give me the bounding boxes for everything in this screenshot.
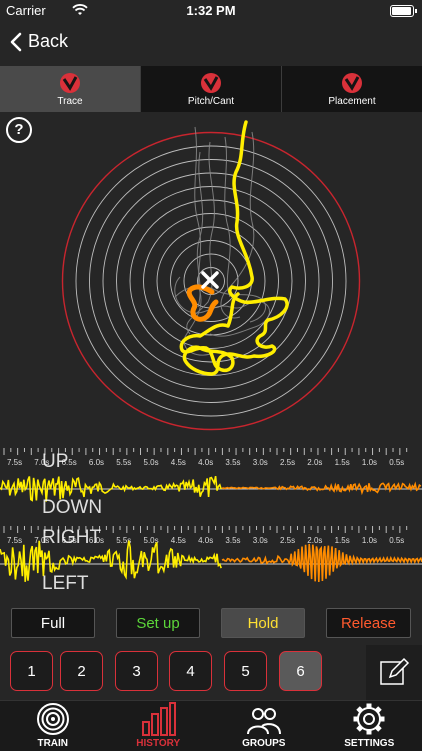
aim-center-mark xyxy=(203,273,217,287)
tab-placement-label: Placement xyxy=(328,96,375,107)
brand-logo-icon xyxy=(340,72,364,94)
ruler-tick-label: 6.0s xyxy=(89,458,104,467)
tab-pitch-cant-label: Pitch/Cant xyxy=(188,96,234,107)
battery-icon xyxy=(390,5,414,17)
wave-top-orange xyxy=(222,483,421,492)
wave-label-right: RIGHT xyxy=(42,527,101,549)
wave-label-down: DOWN xyxy=(42,497,102,519)
view-tabs: Trace Pitch/Cant Placement xyxy=(0,66,422,112)
ruler-tick-label: 1.0s xyxy=(362,458,377,467)
edit-button[interactable] xyxy=(366,645,422,700)
back-button[interactable]: Back xyxy=(10,31,68,52)
hold-button[interactable]: Hold xyxy=(221,608,305,638)
ruler-tick-label: 1.5s xyxy=(335,536,350,545)
tab-trace-label: Trace xyxy=(57,96,82,107)
ruler-tick-label: 5.0s xyxy=(144,458,159,467)
bar-chart-icon xyxy=(140,702,176,736)
ruler-tick-label: 1.5s xyxy=(335,458,350,467)
tab-trace[interactable]: Trace xyxy=(0,66,141,112)
edit-pencil-icon xyxy=(378,657,410,689)
ruler-tick-label: 4.0s xyxy=(198,536,213,545)
gear-icon xyxy=(352,702,386,736)
ruler-tick-label: 2.0s xyxy=(307,536,322,545)
tab-history-label: HISTORY xyxy=(136,738,180,749)
brand-logo-icon xyxy=(199,72,223,94)
ruler-tick-label: 4.5s xyxy=(171,536,186,545)
bottom-tab-bar: TRAIN HISTORY GROUPS SETTINGS xyxy=(0,700,422,751)
trace-target xyxy=(0,112,422,448)
full-button[interactable]: Full xyxy=(11,608,95,638)
shot-button-2[interactable]: 2 xyxy=(60,651,103,691)
ruler-tick-label: 1.0s xyxy=(362,536,377,545)
ruler-tick-label: 3.5s xyxy=(225,536,240,545)
release-button[interactable]: Release xyxy=(326,608,411,638)
wave-label-left: LEFT xyxy=(42,573,88,595)
ruler-tick-label: 7.5s xyxy=(7,536,22,545)
tab-settings-label: SETTINGS xyxy=(344,738,394,749)
shot-button-1[interactable]: 1 xyxy=(10,651,53,691)
target-icon xyxy=(36,702,70,736)
people-icon xyxy=(246,706,282,736)
tab-groups[interactable]: GROUPS xyxy=(211,701,317,751)
nav-bar: Back xyxy=(0,22,422,66)
shot-button-6[interactable]: 6 xyxy=(279,651,322,691)
shot-button-4[interactable]: 4 xyxy=(169,651,212,691)
chevron-left-icon xyxy=(10,32,22,52)
tab-train[interactable]: TRAIN xyxy=(0,701,106,751)
ruler-tick-label: 0.5s xyxy=(389,536,404,545)
tab-placement[interactable]: Placement xyxy=(282,66,422,112)
tab-settings[interactable]: SETTINGS xyxy=(317,701,422,751)
shot-selector: 1 2 3 4 5 6 xyxy=(0,645,422,700)
ruler-tick-label: 2.5s xyxy=(280,536,295,545)
wave-bottom-orange xyxy=(222,544,422,582)
shot-button-5[interactable]: 5 xyxy=(224,651,267,691)
ruler-tick-label: 0.5s xyxy=(389,458,404,467)
status-bar: Carrier 1:32 PM xyxy=(0,0,422,22)
shot-button-3[interactable]: 3 xyxy=(115,651,158,691)
clock: 1:32 PM xyxy=(0,3,422,18)
back-label: Back xyxy=(28,31,68,52)
ruler-tick-label: 3.5s xyxy=(225,458,240,467)
ruler-tick-label: 3.0s xyxy=(253,458,268,467)
ruler-tick-label: 3.0s xyxy=(253,536,268,545)
tab-pitch-cant[interactable]: Pitch/Cant xyxy=(141,66,282,112)
ruler-tick-label: 7.5s xyxy=(7,458,22,467)
ruler-tick-label: 5.5s xyxy=(116,458,131,467)
wave-label-up: UP xyxy=(42,451,68,473)
ruler-tick-label: 2.0s xyxy=(307,458,322,467)
phase-controls: Full Set up Hold Release xyxy=(0,606,422,640)
tab-history[interactable]: HISTORY xyxy=(106,701,212,751)
tab-groups-label: GROUPS xyxy=(242,738,285,749)
setup-button[interactable]: Set up xyxy=(116,608,200,638)
brand-logo-icon xyxy=(58,72,82,94)
tab-train-label: TRAIN xyxy=(37,738,68,749)
wave-bottom-yellow xyxy=(0,541,221,582)
ruler-tick-label: 4.5s xyxy=(171,458,186,467)
ruler-tick-label: 4.0s xyxy=(198,458,213,467)
ruler-tick-label: 2.5s xyxy=(280,458,295,467)
